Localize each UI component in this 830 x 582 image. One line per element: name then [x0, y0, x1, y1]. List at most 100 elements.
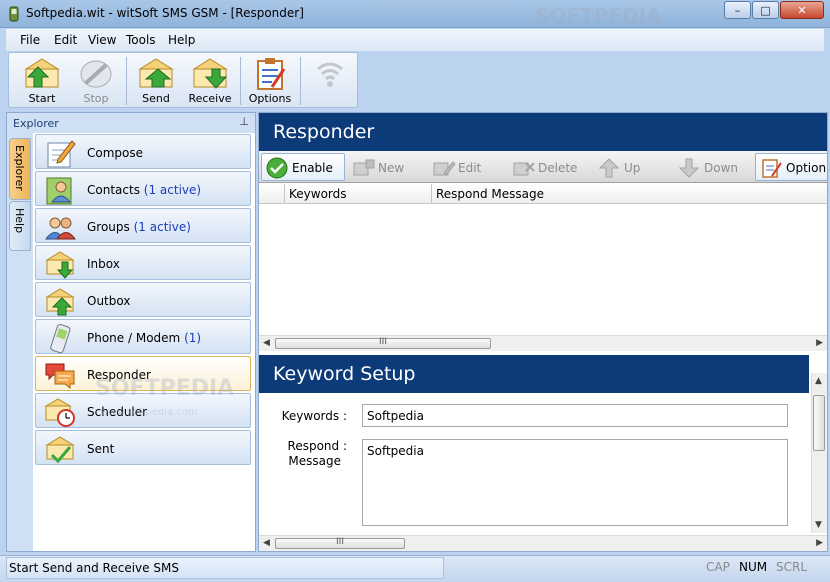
responder-header: Responder [259, 113, 827, 151]
check-icon [266, 157, 288, 179]
responder-icon [45, 363, 75, 390]
nav-phone-label: Phone / Modem [87, 331, 181, 345]
column-respond-message-label: Respond Message [436, 187, 545, 201]
options-clipboard-icon [762, 159, 782, 178]
receive-button[interactable]: Receive [185, 55, 235, 107]
toolbar-separator [240, 57, 241, 105]
menu-bar: File Edit View Tools Help [6, 29, 824, 51]
edit-button[interactable]: Edit [427, 153, 507, 181]
menu-edit[interactable]: Edit [54, 33, 77, 47]
keyword-setup-form: Keywords : Respond : Message Softpedia [259, 393, 809, 533]
responder-toolbar: Enable New Edit Delete Up Down Option [259, 151, 827, 183]
responder-table: Keywords Respond Message [259, 184, 827, 334]
respond-message-textarea[interactable]: Softpedia [362, 439, 788, 526]
close-button[interactable]: ✕ [780, 1, 824, 19]
menu-view[interactable]: View [88, 33, 116, 47]
explorer-header: Explorer ⊥ [7, 113, 255, 133]
nav-groups-label: Groups [87, 220, 130, 234]
nav-sent[interactable]: Sent [35, 430, 251, 465]
signal-indicator [305, 55, 355, 107]
keywords-input[interactable] [362, 404, 788, 427]
nav-responder-label: Responder [87, 368, 151, 382]
respond-label: Respond : [287, 439, 347, 453]
options-icon [257, 58, 286, 90]
send-button[interactable]: Send [131, 55, 181, 107]
stop-button[interactable]: Stop [71, 55, 121, 107]
delete-label: Delete [538, 161, 578, 175]
status-message: Start Send and Receive SMS [9, 561, 179, 575]
main-content: Responder Enable New Edit Delete Up Down… [258, 112, 828, 552]
scroll-right-icon[interactable]: ▶ [816, 538, 823, 548]
nav-contacts-label: Contacts [87, 183, 140, 197]
down-button[interactable]: Down [673, 153, 755, 181]
contacts-icon [46, 177, 72, 205]
responder-options-label: Option [786, 161, 827, 175]
menu-help[interactable]: Help [168, 33, 195, 47]
form-scrollbar-thumb[interactable]: III [275, 537, 405, 549]
enable-label: Enable [292, 161, 333, 175]
tab-help[interactable]: Help [9, 201, 31, 251]
nav-compose[interactable]: Compose [35, 134, 251, 169]
tab-explorer[interactable]: Explorer [9, 138, 31, 200]
stop-label: Stop [83, 92, 109, 105]
nav-responder[interactable]: Responder [35, 356, 251, 391]
keyword-setup-header: Keyword Setup [259, 355, 809, 393]
down-label: Down [704, 161, 739, 175]
form-horizontal-scrollbar[interactable]: ◀ III ▶ [259, 535, 827, 551]
compose-icon [47, 140, 76, 168]
responder-options-button[interactable]: Option [755, 153, 827, 181]
cap-indicator: CAP [706, 560, 730, 574]
scroll-left-icon[interactable]: ◀ [263, 338, 270, 348]
toolbar-separator [126, 57, 127, 105]
menu-tools[interactable]: Tools [126, 33, 156, 47]
up-button[interactable]: Up [593, 153, 673, 181]
maximize-button[interactable]: □ [752, 1, 779, 19]
explorer-title: Explorer [13, 117, 59, 130]
options-button[interactable]: Options [245, 55, 295, 107]
nav-contacts[interactable]: Contacts (1 active) [35, 171, 251, 206]
edit-icon [433, 161, 456, 176]
form-vertical-scrollbar[interactable]: ▲ ▼ [811, 373, 827, 533]
vertical-scrollbar-thumb[interactable] [813, 395, 825, 451]
column-header-respond-message[interactable]: Respond Message [432, 184, 827, 204]
message-label: Message [288, 454, 341, 468]
nav-inbox[interactable]: Inbox [35, 245, 251, 280]
status-bar: Start Send and Receive SMS CAP NUM SCRL [0, 555, 830, 582]
scroll-up-icon[interactable]: ▲ [815, 376, 822, 386]
nav-scheduler[interactable]: Scheduler [35, 393, 251, 428]
scrollbar-thumb[interactable]: III [275, 337, 491, 349]
scroll-down-icon[interactable]: ▼ [815, 520, 822, 530]
options-label: Options [248, 92, 292, 105]
phone-badge: (1) [184, 331, 202, 345]
nav-phone-modem[interactable]: Phone / Modem (1) [35, 319, 251, 354]
groups-badge: (1 active) [133, 220, 191, 234]
status-message-panel: Start Send and Receive SMS [6, 557, 444, 579]
start-label: Start [28, 92, 56, 105]
sent-icon [45, 436, 75, 464]
new-button[interactable]: New [347, 153, 427, 181]
column-header-keywords[interactable]: Keywords [285, 184, 432, 204]
nav-outbox[interactable]: Outbox [35, 282, 251, 317]
pin-icon[interactable]: ⊥ [239, 115, 249, 128]
groups-icon [45, 217, 76, 240]
menu-file[interactable]: File [20, 33, 40, 47]
nav-groups[interactable]: Groups (1 active) [35, 208, 251, 243]
explorer-nav-list: Compose Contacts (1 active) Groups (1 ac… [33, 133, 255, 551]
tab-explorer-label: Explorer [13, 145, 26, 191]
scroll-right-icon[interactable]: ▶ [816, 338, 823, 348]
scrl-indicator: SCRL [776, 560, 808, 574]
minimize-button[interactable]: – [724, 1, 751, 19]
start-button[interactable]: Start [17, 55, 67, 107]
keyword-setup-title: Keyword Setup [273, 363, 416, 385]
delete-button[interactable]: Delete [507, 153, 593, 181]
enable-button[interactable]: Enable [261, 153, 345, 181]
keywords-label: Keywords : [281, 409, 347, 423]
table-horizontal-scrollbar[interactable]: ◀ III ▶ [259, 335, 827, 351]
app-phone-icon [9, 6, 19, 22]
toolbar-separator [300, 57, 301, 105]
send-icon [138, 58, 174, 88]
title-bar: Softpedia.wit - witSoft SMS GSM - [Respo… [0, 0, 830, 28]
new-label: New [378, 161, 405, 175]
row-selector-header [259, 184, 285, 204]
scroll-left-icon[interactable]: ◀ [263, 538, 270, 548]
